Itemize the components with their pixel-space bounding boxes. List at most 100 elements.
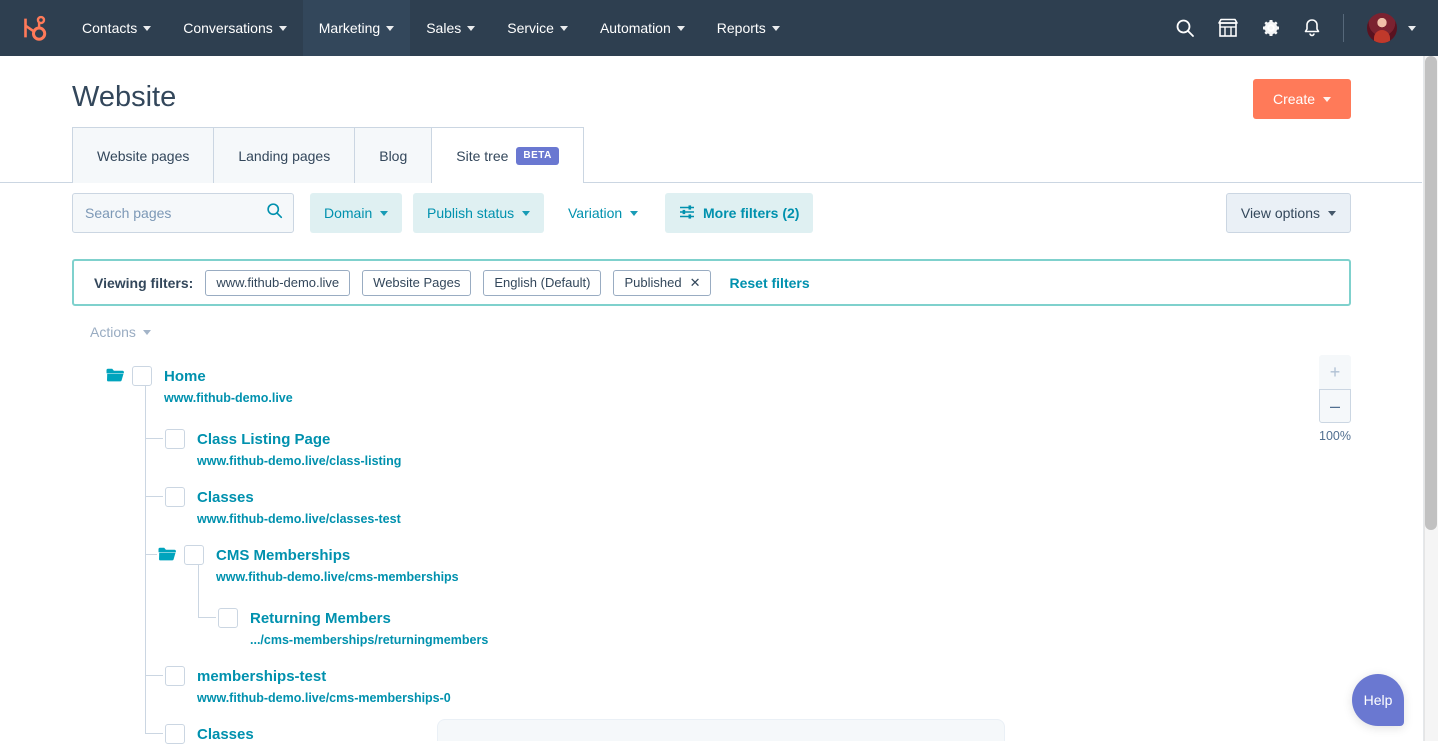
filter-label: Domain [324,205,372,221]
tree-node-title[interactable]: Class Listing Page [197,431,330,448]
help-button[interactable]: Help [1352,674,1404,726]
tree-node-checkbox[interactable] [165,429,185,449]
tree-node-url[interactable]: www.fithub-demo.live/cms-memberships-0 [197,691,451,705]
filter-chip-domain[interactable]: www.fithub-demo.live [205,270,350,296]
chip-label: Published [624,275,681,290]
zoom-in-button[interactable]: + [1319,355,1351,389]
filter-chip-content-type[interactable]: Website Pages [362,270,471,296]
nav-item-marketing[interactable]: Marketing [303,0,410,56]
nav-item-automation[interactable]: Automation [584,0,701,56]
folder-icon[interactable] [158,546,176,564]
tree-node-title[interactable]: Classes [197,489,254,506]
view-options-button[interactable]: View options [1226,193,1351,233]
tree-connector [145,675,163,676]
top-navigation-bar: Contacts Conversations Marketing Sales S… [0,0,1438,56]
filter-variation-button[interactable]: Variation [554,193,652,233]
tab-website-pages[interactable]: Website pages [72,127,214,183]
marketplace-icon[interactable] [1217,18,1239,38]
nav-item-label: Sales [426,21,461,35]
hubspot-sprocket-logo-icon[interactable] [0,13,66,43]
tree-node-checkbox[interactable] [184,545,204,565]
chip-label: Website Pages [373,275,460,290]
actions-dropdown-button[interactable]: Actions [90,324,151,340]
tab-list: Website pages Landing pages Blog Site tr… [72,127,584,183]
tree-connector [198,617,216,618]
tree-node: Home www.fithub-demo.live [106,366,293,405]
tree-node: Returning Members .../cms-memberships/re… [218,608,488,647]
tab-label: Site tree [456,148,508,164]
nav-divider [1343,14,1344,42]
zoom-level-label: 100% [1319,429,1351,443]
tree-node-title[interactable]: CMS Memberships [216,547,350,564]
search-icon[interactable] [1175,18,1195,38]
more-filters-button[interactable]: More filters (2) [665,193,813,233]
nav-item-reports[interactable]: Reports [701,0,796,56]
filter-chip-language[interactable]: English (Default) [483,270,601,296]
gear-icon[interactable] [1261,18,1281,38]
filter-domain-button[interactable]: Domain [310,193,402,233]
chip-label: www.fithub-demo.live [216,275,339,290]
tree-node-url[interactable]: www.fithub-demo.live/cms-memberships [216,570,459,584]
chevron-down-icon [279,26,287,31]
tree-node-url[interactable]: www.fithub-demo.live/classes-test [197,512,401,526]
nav-item-sales[interactable]: Sales [410,0,491,56]
search-input[interactable] [85,194,266,232]
folder-icon[interactable] [106,367,124,385]
tree-connector [145,438,163,439]
filter-label: Variation [568,205,622,221]
chevron-down-icon [677,26,685,31]
close-icon[interactable]: ✕ [690,276,701,289]
tabs-bar: Website pages Landing pages Blog Site tr… [0,127,1422,183]
nav-item-service[interactable]: Service [491,0,584,56]
account-menu[interactable] [1366,12,1416,44]
tree-connector [145,733,163,734]
tree-node-checkbox[interactable] [132,366,152,386]
tab-site-tree[interactable]: Site tree BETA [432,127,584,183]
tree-node-checkbox[interactable] [165,724,185,744]
chevron-down-icon [1323,97,1331,102]
chevron-down-icon [386,26,394,31]
notifications-bell-icon[interactable] [1303,18,1321,38]
chevron-down-icon [630,211,638,216]
nav-item-label: Reports [717,21,766,35]
nav-utility-icons [1175,12,1438,44]
tree-node-title[interactable]: Classes [197,726,254,743]
tree-node-checkbox[interactable] [165,666,185,686]
sliders-filter-icon [679,204,695,223]
zoom-out-button[interactable]: – [1319,389,1351,423]
tree-node: memberships-test www.fithub-demo.live/cm… [165,666,451,705]
tree-node-url[interactable]: www.fithub-demo.live [164,391,293,405]
tree-connector [145,554,157,555]
bottom-panel-sliver[interactable] [437,719,1005,741]
zoom-controls: + – 100% [1319,355,1351,443]
help-label: Help [1364,692,1393,708]
tab-landing-pages[interactable]: Landing pages [214,127,355,183]
tree-node-title[interactable]: Home [164,368,206,385]
chevron-down-icon [1408,26,1416,31]
tree-node-url[interactable]: .../cms-memberships/returningmembers [250,633,488,647]
tab-label: Landing pages [238,148,330,164]
tab-blog[interactable]: Blog [355,127,432,183]
filter-publish-status-button[interactable]: Publish status [413,193,544,233]
vertical-scrollbar-thumb[interactable] [1425,56,1437,530]
nav-item-label: Service [507,21,554,35]
tree-node-checkbox[interactable] [165,487,185,507]
tree-node-url[interactable]: www.fithub-demo.live/class-listing [197,454,401,468]
search-icon[interactable] [266,202,283,224]
chevron-down-icon [1328,211,1336,216]
tree-node: Classes www.fithub-demo.live/classes-tes… [165,487,401,526]
filter-chip-published[interactable]: Published ✕ [613,270,711,296]
tree-node-title[interactable]: Returning Members [250,610,391,627]
reset-filters-link[interactable]: Reset filters [729,275,809,291]
tree-connector [145,496,163,497]
nav-item-label: Marketing [319,21,380,35]
tree-node-checkbox[interactable] [218,608,238,628]
avatar[interactable] [1366,12,1398,44]
search-pages-box[interactable] [72,193,294,233]
nav-item-conversations[interactable]: Conversations [167,0,303,56]
create-button[interactable]: Create [1253,79,1351,119]
main-menu: Contacts Conversations Marketing Sales S… [66,0,796,56]
nav-item-contacts[interactable]: Contacts [66,0,167,56]
nav-item-label: Contacts [82,21,137,35]
tree-node-title[interactable]: memberships-test [197,668,326,685]
